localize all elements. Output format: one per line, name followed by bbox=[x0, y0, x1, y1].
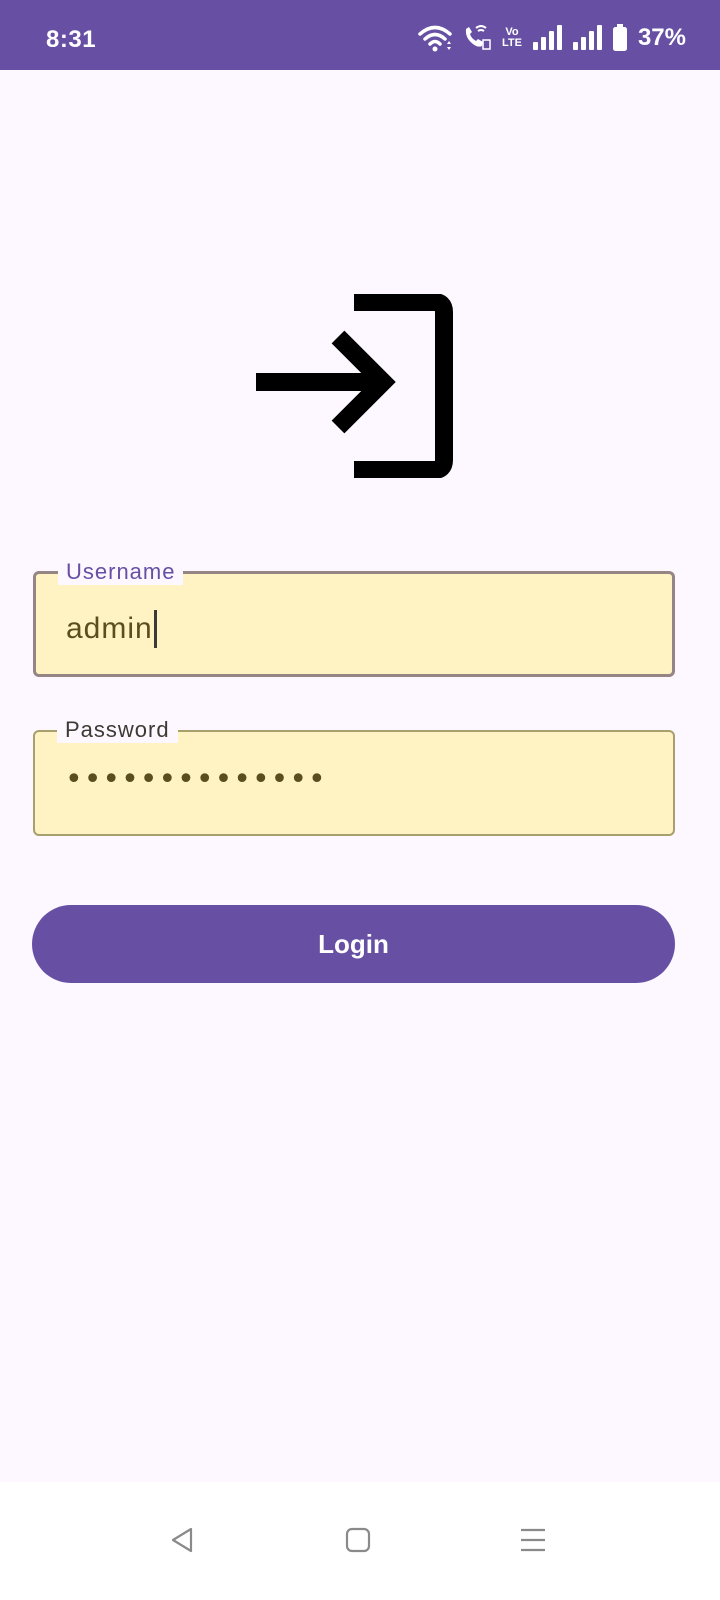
text-cursor bbox=[153, 610, 157, 648]
password-field[interactable]: Password •••••••••••••• bbox=[33, 717, 675, 836]
login-icon bbox=[256, 294, 453, 478]
volte-bottom-label: LTE bbox=[501, 37, 522, 49]
password-input[interactable]: •••••••••••••• bbox=[65, 762, 327, 797]
back-button[interactable] bbox=[152, 1510, 212, 1570]
recents-button[interactable] bbox=[503, 1510, 563, 1570]
password-label: Password bbox=[57, 717, 178, 743]
login-button[interactable]: Login bbox=[32, 905, 675, 983]
status-bar: 8:31 Vo LTE 37% bbox=[0, 0, 720, 70]
login-screen: 8:31 Vo LTE 37% Username admin Password … bbox=[0, 0, 720, 1600]
battery-percent: 37% bbox=[637, 24, 686, 51]
username-input[interactable]: admin bbox=[66, 612, 153, 646]
recents-icon bbox=[521, 1528, 545, 1552]
signal-icon bbox=[532, 25, 562, 51]
username-value-wrap: admin bbox=[66, 610, 157, 648]
back-icon bbox=[171, 1527, 193, 1553]
username-field[interactable]: Username admin bbox=[33, 559, 675, 677]
battery-icon bbox=[612, 24, 628, 52]
navigation-bar bbox=[0, 1482, 720, 1600]
signal-icon bbox=[572, 25, 602, 51]
home-button[interactable] bbox=[328, 1510, 388, 1570]
username-label: Username bbox=[58, 559, 184, 585]
status-time: 8:31 bbox=[46, 26, 97, 53]
status-icons: Vo LTE 37% bbox=[418, 22, 686, 54]
home-icon bbox=[345, 1527, 371, 1553]
wifi-calling-icon bbox=[462, 24, 492, 52]
volte-icon: Vo LTE bbox=[502, 27, 522, 49]
wifi-icon bbox=[418, 24, 452, 52]
